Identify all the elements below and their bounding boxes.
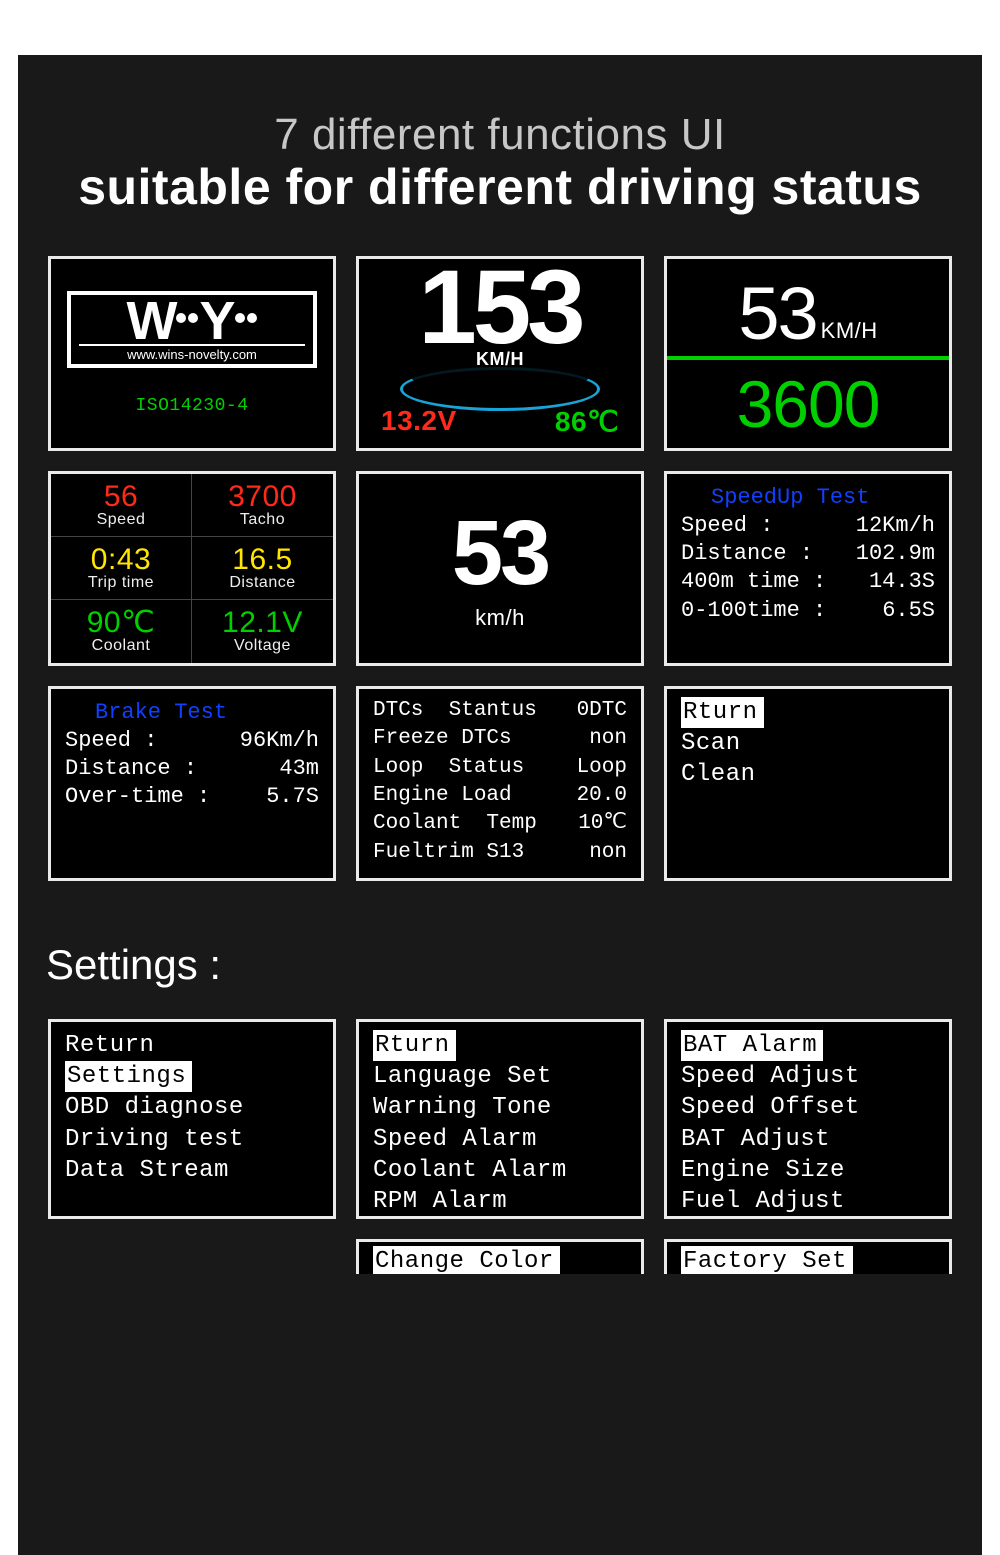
list-row: Distance :102.9m [681, 540, 935, 568]
menu-item[interactable]: Change Color [373, 1246, 560, 1274]
panel-speedup-test: SpeedUp Test Speed :12Km/h Distance :102… [664, 471, 952, 666]
settings-heading: Settings : [18, 881, 982, 989]
menu-item[interactable]: Fuel Adjust [681, 1186, 935, 1217]
menu-item[interactable]: Speed Alarm [373, 1124, 627, 1155]
panel-brake-test: Brake Test Speed :96Km/h Distance :43m O… [48, 686, 336, 881]
solo-value: 53 [452, 507, 548, 599]
menu-item[interactable]: Settings [65, 1061, 319, 1092]
menu-item[interactable]: Factory Set [681, 1246, 853, 1274]
settings-grid: Return Settings OBD diagnose Driving tes… [18, 989, 982, 1219]
panel-six-grid: 56Speed 3700Tacho 0:43Trip time 16.5Dist… [48, 471, 336, 666]
panel-partial-1: Change Color [356, 1239, 644, 1274]
product-showcase: 7 different functions UI suitable for di… [18, 55, 982, 1555]
cell-speed: 56Speed [51, 474, 192, 537]
menu-item[interactable]: Speed Offset [681, 1092, 935, 1123]
panel-settings-menu: Rturn Language Set Warning Tone Speed Al… [356, 1019, 644, 1219]
panel-speed-ring: 153 KM/H 13.2V 86℃ [356, 256, 644, 451]
panel-dtc-menu: Rturn Scan Clean [664, 686, 952, 881]
menu-item[interactable]: BAT Adjust [681, 1124, 935, 1155]
menu-item[interactable]: Warning Tone [373, 1092, 627, 1123]
temp-value: 86℃ [555, 405, 619, 438]
logo-text: WY [79, 297, 305, 346]
split-speed-unit: KM/H [821, 318, 878, 356]
menu-item[interactable]: Rturn [373, 1030, 627, 1061]
split-speed: 53 [738, 271, 816, 356]
list-row: 400m time :14.3S [681, 568, 935, 596]
partial-row: Change Color Factory Set [18, 1219, 982, 1274]
speedup-title: SpeedUp Test [681, 484, 935, 512]
cell-coolant: 90℃Coolant [51, 600, 192, 663]
cell-distance: 16.5Distance [192, 537, 333, 600]
list-row: 0-100time :6.5S [681, 597, 935, 625]
panel-settings-menu-2: BAT Alarm Speed Adjust Speed Offset BAT … [664, 1019, 952, 1219]
panel-main-menu: Return Settings OBD diagnose Driving tes… [48, 1019, 336, 1219]
list-row: Fueltrim S13non [373, 839, 627, 867]
menu-item[interactable]: Language Set [373, 1061, 627, 1092]
split-rpm: 3600 [737, 366, 880, 442]
panel-solo-speed: 53 km/h [356, 471, 644, 666]
list-row: DTCs Stantus0DTC [373, 697, 627, 725]
list-row: Distance :43m [65, 755, 319, 783]
menu-item[interactable]: OBD diagnose [65, 1092, 319, 1123]
menu-item[interactable]: Coolant Alarm [373, 1155, 627, 1186]
list-row: Coolant Temp10℃ [373, 810, 627, 838]
logo-url: www.wins-novelty.com [79, 344, 305, 362]
list-row: Freeze DTCsnon [373, 725, 627, 753]
list-row: Engine Load20.0 [373, 782, 627, 810]
menu-item[interactable]: Driving test [65, 1124, 319, 1155]
hero: 7 different functions UI suitable for di… [18, 55, 982, 216]
hero-title: suitable for different driving status [18, 158, 982, 216]
menu-item[interactable]: Return [65, 1030, 319, 1061]
cell-tacho: 3700Tacho [192, 474, 333, 537]
speed-value: 153 [359, 259, 641, 351]
panel-partial-2: Factory Set [664, 1239, 952, 1274]
menu-item[interactable]: Clean [681, 759, 935, 790]
split-top: 53 KM/H [667, 259, 949, 356]
list-row: Speed :96Km/h [65, 727, 319, 755]
menu-item[interactable]: Rturn [681, 697, 935, 728]
voltage-value: 13.2V [381, 405, 457, 438]
split-bottom: 3600 [667, 360, 949, 448]
list-row: Over-time :5.7S [65, 783, 319, 811]
menu-item[interactable]: Speed Adjust [681, 1061, 935, 1092]
brake-title: Brake Test [65, 699, 319, 727]
logo-box: WY www.wins-novelty.com [67, 291, 317, 368]
cell-triptime: 0:43Trip time [51, 537, 192, 600]
cell-voltage: 12.1VVoltage [192, 600, 333, 663]
iso-code: ISO14230-4 [51, 396, 333, 416]
hero-subtitle: 7 different functions UI [18, 110, 982, 160]
menu-item[interactable]: Engine Size [681, 1155, 935, 1186]
bottom-readouts: 13.2V 86℃ [359, 405, 641, 438]
panel-dtc: DTCs Stantus0DTC Freeze DTCsnon Loop Sta… [356, 686, 644, 881]
panel-logo: WY www.wins-novelty.com ISO14230-4 [48, 256, 336, 451]
list-row: Loop StatusLoop [373, 754, 627, 782]
list-row: Speed :12Km/h [681, 512, 935, 540]
solo-unit: km/h [475, 605, 525, 631]
panel-split: 53 KM/H 3600 [664, 256, 952, 451]
ui-grid: WY www.wins-novelty.com ISO14230-4 153 K… [18, 216, 982, 881]
menu-item[interactable]: RPM Alarm [373, 1186, 627, 1217]
menu-item[interactable]: Data Stream [65, 1155, 319, 1186]
menu-item[interactable]: BAT Alarm [681, 1030, 935, 1061]
menu-item[interactable]: Scan [681, 728, 935, 759]
